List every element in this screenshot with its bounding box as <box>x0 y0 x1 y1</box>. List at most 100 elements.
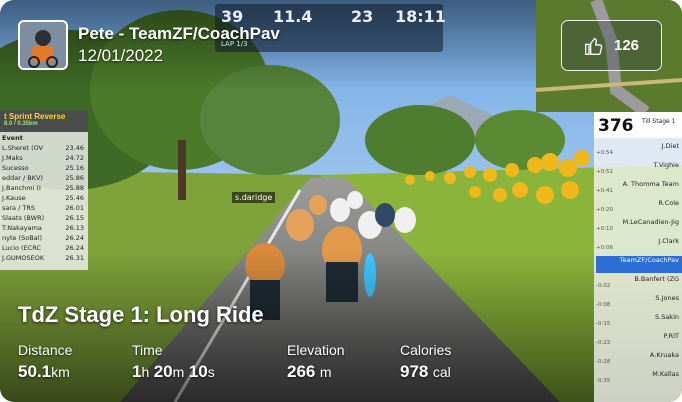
time-minutes: 20 <box>153 362 173 381</box>
avatar[interactable] <box>18 20 68 70</box>
race-rider-gap: +0:10 <box>596 226 613 232</box>
segment-leaderboard-row: Lucio (ECRC 26.24 <box>2 244 88 252</box>
segment-rider-name: nyte (SoBal) <box>2 234 43 242</box>
race-leaderboard-row: A.Kruaka -0:28 <box>596 351 682 368</box>
segment-rider-time: 26.15 <box>65 214 84 222</box>
race-leaderboard-row: J.Clark +0:06 <box>596 237 682 254</box>
segment-rider-time: 26.31 <box>65 254 84 262</box>
race-rank: 376 <box>598 116 634 136</box>
race-stage-label: Till Stage 1 <box>642 118 676 125</box>
segment-leaderboard-header: t Sprint Reverse 8.0 / 0.35km <box>0 110 88 132</box>
race-leaderboard-header: 376 Till Stage 1 <box>594 112 682 138</box>
race-rider-gap: +0:52 <box>596 169 613 175</box>
segment-rider-time: 26.13 <box>65 224 84 232</box>
segment-rider-name: J.Maks <box>2 154 23 162</box>
calories-number: 978 <box>400 362 429 381</box>
segment-rider-name: L.Sheret (OV <box>2 144 44 152</box>
rider-name[interactable]: Pete - TeamZF/CoachPav <box>78 24 280 44</box>
race-rider-gap: +0:06 <box>596 245 613 251</box>
calories-value: 978 cal <box>400 362 451 382</box>
calories-label: Calories <box>400 342 452 358</box>
ride-date: 12/01/2022 <box>78 46 164 65</box>
segment-leaderboard-row: Slaats (BWR) 26.15 <box>2 214 88 222</box>
race-leaderboard-row: M.LeCanadien-Jig +0:10 <box>596 218 682 235</box>
segment-leaderboard-row: J.Kause 25.46 <box>2 194 88 202</box>
segment-leaderboard-row: Sucesso 25.16 <box>2 164 88 172</box>
segment-title: t Sprint Reverse <box>4 112 66 121</box>
race-leaderboard-row: T.Vighie +0:52 <box>596 161 682 178</box>
hud-time: 18:11 <box>395 7 446 26</box>
segment-rider-name: eddar / BKV) <box>2 174 43 182</box>
segment-rider-name: Sucesso <box>2 164 29 172</box>
segment-rider-name: J.GUMOSEOK <box>2 254 45 262</box>
like-button[interactable]: 126 <box>561 20 662 71</box>
segment-leaderboard-row: J.GUMOSEOK 26.31 <box>2 254 88 262</box>
segment-column-header: Event <box>2 134 23 142</box>
time-label: Time <box>132 342 163 358</box>
race-rider-name: A. Thomma Team <box>622 180 679 188</box>
segment-rider-time: 24.72 <box>65 154 84 162</box>
race-rider-name: R.Cole <box>658 199 679 207</box>
race-rider-name: J.Clark <box>658 237 679 245</box>
activity-card[interactable]: 39 11.4 23 18:11 LAP 1/3 s.daridge t Spr… <box>0 0 682 402</box>
calories-unit: cal <box>432 364 451 380</box>
segment-leaderboard: t Sprint Reverse 8.0 / 0.35km Event L.Sh… <box>0 110 88 270</box>
segment-rider-name: T.Nakayama <box>2 224 42 232</box>
segment-rider-time: 26.01 <box>65 204 84 212</box>
avatar-image <box>20 22 66 68</box>
race-rider-name: T.Vighie <box>653 161 679 169</box>
segment-leaderboard-row: L.Sheret (OV 23.46 <box>2 144 88 152</box>
race-rider-gap: -0:02 <box>596 283 611 289</box>
segment-rider-name: J.Kause <box>2 194 26 202</box>
race-rider-name: S.Jones <box>655 294 679 302</box>
race-leaderboard-row: S.Jones -0:08 <box>596 294 682 311</box>
elevation-label: Elevation <box>287 342 345 358</box>
race-rider-gap: -0:35 <box>596 378 611 384</box>
nameplate-text: s.daridge <box>235 193 273 202</box>
race-leaderboard-row: R.Cole +0:20 <box>596 199 682 216</box>
race-rider-gap: -0:22 <box>596 340 611 346</box>
thumbs-up-icon <box>584 37 603 55</box>
time-value: 1h 20m 10s <box>132 362 215 382</box>
race-leaderboard-row: J.Diet +0:54 <box>596 142 682 159</box>
race-leaderboard: 376 Till Stage 1 J.Diet +0:54 T.Vighie +0:5… <box>594 112 682 402</box>
segment-leaderboard-row: J.Maks 24.72 <box>2 154 88 162</box>
race-leaderboard-row: M.Kallas -0:35 <box>596 370 682 387</box>
race-rider-gap: +0:20 <box>596 207 613 213</box>
segment-rider-time: 26.24 <box>65 244 84 252</box>
elevation-number: 266 <box>287 362 316 381</box>
race-leaderboard-row: A. Thomma Team +0:41 <box>596 180 682 197</box>
race-leaderboard-row: P.RIT -0:22 <box>596 332 682 349</box>
segment-leaderboard-row: J.Banchmi (I 25.88 <box>2 184 88 192</box>
segment-leaderboard-row: sara / TRS 26.01 <box>2 204 88 212</box>
distance-value: 50.1km <box>18 362 70 382</box>
segment-rider-time: 25.88 <box>65 184 84 192</box>
segment-rider-name: Lucio (ECRC <box>2 244 41 252</box>
rider-nameplate: s.daridge <box>232 192 276 203</box>
segment-leaderboard-row: T.Nakayama 26.13 <box>2 224 88 232</box>
segment-rider-time: 23.46 <box>65 144 84 152</box>
race-rider-gap: +0:41 <box>596 188 613 194</box>
race-rider-name: S.Sakin <box>655 313 679 321</box>
race-rider-name: P.RIT <box>663 332 679 340</box>
elevation-unit: m <box>319 364 332 380</box>
time-minutes-unit: m <box>172 364 185 380</box>
race-rider-name: TeamZF/CoachPav <box>619 256 679 264</box>
time-hours-unit: h <box>141 364 150 380</box>
race-rider-name: A.Kruaka <box>649 351 679 359</box>
distance-label: Distance <box>18 342 73 358</box>
race-rider-name: B.Banfert (ZG <box>634 275 679 283</box>
race-rider-gap: -0:28 <box>596 359 611 365</box>
ride-title[interactable]: TdZ Stage 1: Long Ride <box>18 302 264 328</box>
hud-speed: 23 <box>351 7 374 26</box>
segment-leaderboard-row: nyte (SoBal) 26.24 <box>2 234 88 242</box>
race-leaderboard-row: S.Sakin -0:15 <box>596 313 682 330</box>
segment-rider-time: 26.24 <box>65 234 84 242</box>
race-leaderboard-row-self: TeamZF/CoachPav <box>596 256 682 273</box>
race-rider-name: M.Kallas <box>652 370 679 378</box>
segment-rider-time: 25.86 <box>65 174 84 182</box>
segment-rider-name: sara / TRS <box>2 204 35 212</box>
distance-number: 50.1 <box>18 362 52 381</box>
time-seconds: 10 <box>188 362 208 381</box>
segment-rider-name: J.Banchmi (I <box>2 184 41 192</box>
